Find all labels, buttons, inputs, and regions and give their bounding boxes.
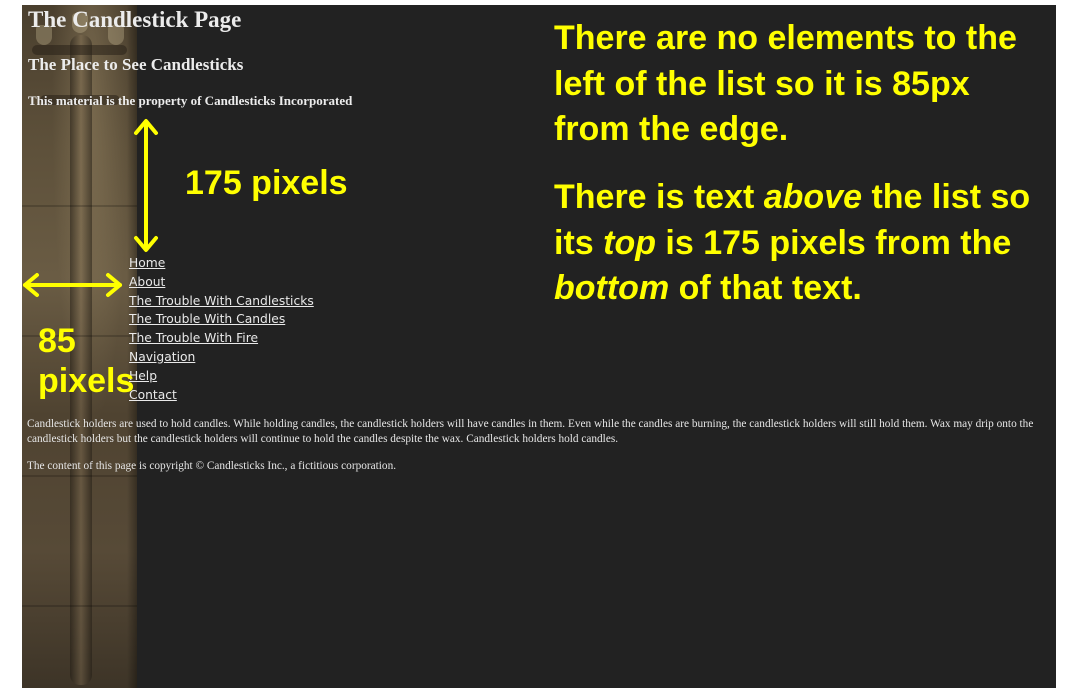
annotation-note-top-offset: There is text above the list so its top … xyxy=(554,175,1054,312)
horizontal-distance-value: 85 xyxy=(38,322,76,360)
note-text: of that text. xyxy=(669,269,862,307)
note-text: is 175 pixels from the xyxy=(655,223,1012,262)
note-emphasis: bottom xyxy=(554,269,670,307)
note-text: There is text xyxy=(554,178,764,216)
vertical-distance-label: 175 pixels xyxy=(185,164,348,202)
note-emphasis: above xyxy=(763,178,863,216)
annotation-note-left-edge: There are no elements to the left of the… xyxy=(554,19,1017,148)
horizontal-distance-unit: pixels xyxy=(38,362,135,400)
note-emphasis: top xyxy=(603,223,656,262)
web-page: The Candlestick Page The Place to See Ca… xyxy=(22,5,1056,688)
horizontal-distance-label: 85 pixels xyxy=(38,321,134,401)
